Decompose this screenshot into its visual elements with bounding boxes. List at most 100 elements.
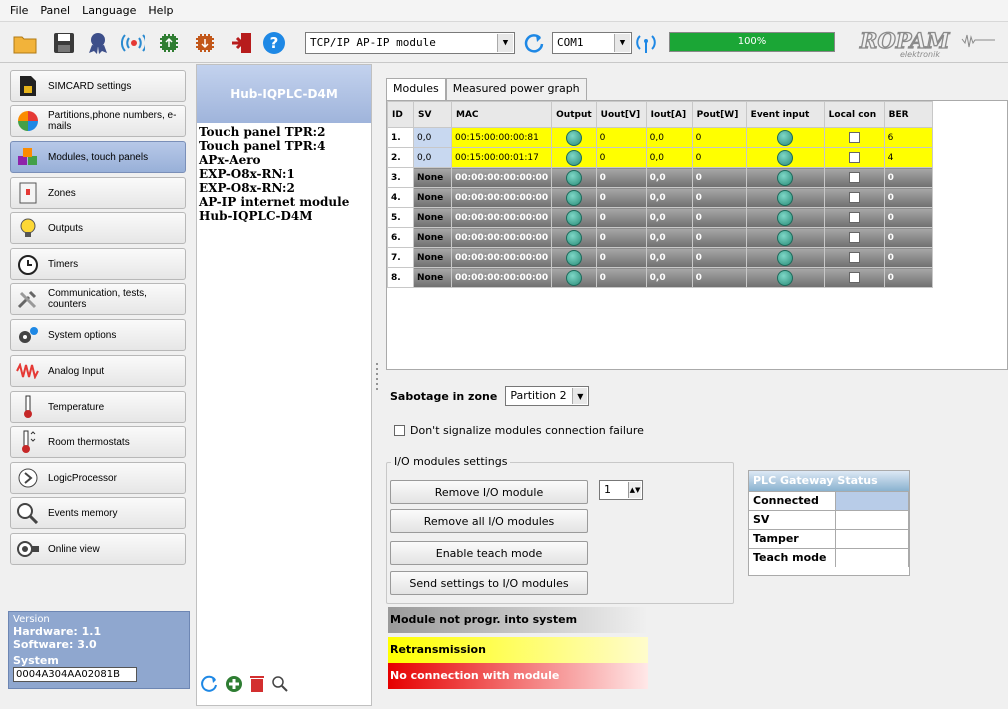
mac-cell[interactable]: 00:00:00:00:00:00 bbox=[450, 247, 553, 268]
table-row[interactable]: 4. None 00:00:00:00:00:00 0 0,0 0 0 bbox=[387, 187, 933, 208]
ber-cell[interactable]: 0 bbox=[883, 167, 933, 188]
tab-measured-power-graph[interactable]: Measured power graph bbox=[445, 78, 587, 100]
row-id-cell[interactable]: 2. bbox=[387, 147, 414, 168]
row-id-cell[interactable]: 1. bbox=[387, 127, 414, 148]
uout-cell[interactable]: 0 bbox=[595, 187, 647, 208]
pout-cell[interactable]: 0 bbox=[691, 187, 747, 208]
pout-cell[interactable]: 0 bbox=[691, 227, 747, 248]
send-settings-button[interactable]: Send settings to I/O modules bbox=[390, 571, 588, 595]
row-id-cell[interactable]: 8. bbox=[387, 267, 414, 288]
sv-cell[interactable]: None bbox=[413, 267, 452, 288]
sidebar-item-outputs[interactable]: Outputs bbox=[10, 212, 186, 244]
mac-cell[interactable]: 00:00:00:00:00:00 bbox=[450, 227, 553, 248]
pout-cell[interactable]: 0 bbox=[691, 247, 747, 268]
menu-language[interactable]: Language bbox=[76, 4, 142, 17]
remove-all-io-modules-button[interactable]: Remove all I/O modules bbox=[390, 509, 588, 533]
enable-teach-mode-button[interactable]: Enable teach mode bbox=[390, 541, 588, 565]
mac-cell[interactable]: 00:00:00:00:00:00 bbox=[450, 187, 553, 208]
sv-cell[interactable]: None bbox=[413, 167, 452, 188]
sidebar-item-modules[interactable]: Modules, touch panels bbox=[10, 141, 186, 173]
add-icon[interactable] bbox=[225, 675, 243, 696]
connection-mode-select[interactable]: TCP/IP AP-IP module ▼ bbox=[305, 32, 515, 54]
ber-cell[interactable]: 6 bbox=[883, 127, 933, 148]
table-row[interactable]: 6. None 00:00:00:00:00:00 0 0,0 0 0 bbox=[387, 227, 933, 248]
com-port-select[interactable]: COM1 ▼ bbox=[552, 32, 632, 54]
sv-cell[interactable]: None bbox=[413, 247, 452, 268]
uout-cell[interactable]: 0 bbox=[595, 147, 647, 168]
sidebar-item-logicprocessor[interactable]: LogicProcessor bbox=[10, 462, 186, 494]
iout-cell[interactable]: 0,0 bbox=[645, 127, 693, 148]
mac-cell[interactable]: 00:15:00:00:00:81 bbox=[450, 127, 553, 148]
list-item[interactable]: Touch panel TPR:4 bbox=[199, 139, 349, 153]
sidebar-item-partitions[interactable]: Partitions,phone numbers, e-mails bbox=[10, 105, 186, 137]
pout-cell[interactable]: 0 bbox=[691, 267, 747, 288]
row-id-cell[interactable]: 3. bbox=[387, 167, 414, 188]
column-header[interactable]: ID bbox=[387, 101, 414, 128]
sv-cell[interactable]: 0,0 bbox=[413, 147, 452, 168]
uout-cell[interactable]: 0 bbox=[595, 247, 647, 268]
sidebar-item-temperature[interactable]: Temperature bbox=[10, 391, 186, 423]
table-row[interactable]: 3. None 00:00:00:00:00:00 0 0,0 0 0 bbox=[387, 167, 933, 188]
column-header[interactable]: Uout[V] bbox=[595, 101, 647, 128]
pout-cell[interactable]: 0 bbox=[691, 127, 747, 148]
sidebar-item-analog-input[interactable]: Analog Input bbox=[10, 355, 186, 387]
mac-cell[interactable]: 00:00:00:00:00:00 bbox=[450, 267, 553, 288]
sv-cell[interactable]: None bbox=[413, 187, 452, 208]
row-id-cell[interactable]: 4. bbox=[387, 187, 414, 208]
local-con-checkbox[interactable] bbox=[848, 132, 860, 143]
list-item[interactable]: EXP-O8x-RN:2 bbox=[199, 181, 349, 195]
system-id-field[interactable]: 0004A304AA02081B bbox=[13, 667, 137, 682]
help-icon[interactable]: ? bbox=[262, 31, 286, 55]
menu-file[interactable]: File bbox=[4, 4, 34, 17]
iout-cell[interactable]: 0,0 bbox=[645, 187, 693, 208]
column-header[interactable]: Local con bbox=[823, 101, 885, 128]
sidebar-item-events-memory[interactable]: Events memory bbox=[10, 497, 186, 529]
row-id-cell[interactable]: 5. bbox=[387, 207, 414, 228]
uout-cell[interactable]: 0 bbox=[595, 267, 647, 288]
menu-panel[interactable]: Panel bbox=[34, 4, 76, 17]
search-icon[interactable] bbox=[271, 675, 289, 696]
pout-cell[interactable]: 0 bbox=[691, 207, 747, 228]
mac-cell[interactable]: 00:00:00:00:00:00 bbox=[450, 207, 553, 228]
table-row[interactable]: 2. 0,0 00:15:00:00:01:17 0 0,0 0 4 bbox=[387, 147, 933, 168]
list-item[interactable]: Touch panel TPR:2 bbox=[199, 125, 349, 139]
list-item[interactable]: EXP-O8x-RN:1 bbox=[199, 167, 349, 181]
sabotage-zone-select[interactable]: Partition 2 ▼ bbox=[505, 386, 590, 406]
table-row[interactable]: 7. None 00:00:00:00:00:00 0 0,0 0 0 bbox=[387, 247, 933, 268]
uout-cell[interactable]: 0 bbox=[595, 167, 647, 188]
local-con-checkbox[interactable] bbox=[848, 192, 860, 203]
column-header[interactable]: Event input bbox=[745, 101, 825, 128]
list-item[interactable]: AP-IP internet module bbox=[199, 195, 349, 209]
remove-io-module-button[interactable]: Remove I/O module bbox=[390, 480, 588, 504]
ber-cell[interactable]: 0 bbox=[883, 247, 933, 268]
delete-trash-icon[interactable] bbox=[249, 675, 265, 696]
sidebar-item-room-thermostats[interactable]: Room thermostats bbox=[10, 426, 186, 458]
sidebar-item-communication[interactable]: Communication, tests, counters bbox=[10, 283, 186, 315]
column-header[interactable]: Iout[A] bbox=[645, 101, 693, 128]
column-header[interactable]: SV bbox=[413, 101, 452, 128]
iout-cell[interactable]: 0,0 bbox=[645, 167, 693, 188]
uout-cell[interactable]: 0 bbox=[595, 127, 647, 148]
sv-cell[interactable]: None bbox=[413, 227, 452, 248]
ber-cell[interactable]: 0 bbox=[883, 267, 933, 288]
iout-cell[interactable]: 0,0 bbox=[645, 227, 693, 248]
column-header[interactable]: Output bbox=[551, 101, 597, 128]
iout-cell[interactable]: 0,0 bbox=[645, 207, 693, 228]
local-con-checkbox[interactable] bbox=[848, 152, 860, 163]
disconnect-wireless-icon[interactable] bbox=[121, 31, 145, 55]
row-id-cell[interactable]: 7. bbox=[387, 247, 414, 268]
column-header[interactable]: BER bbox=[883, 101, 933, 128]
stepper-arrows-icon[interactable]: ▲▼ bbox=[628, 482, 641, 498]
exit-door-icon[interactable] bbox=[230, 31, 254, 55]
mac-cell[interactable]: 00:15:00:00:01:17 bbox=[450, 147, 553, 168]
iout-cell[interactable]: 0,0 bbox=[645, 147, 693, 168]
sidebar-item-online-view[interactable]: Online view bbox=[10, 533, 186, 565]
sidebar-item-simcard[interactable]: SIMCARD settings bbox=[10, 70, 186, 102]
local-con-checkbox[interactable] bbox=[848, 272, 860, 283]
ber-cell[interactable]: 0 bbox=[883, 187, 933, 208]
chip-read-icon[interactable] bbox=[157, 31, 181, 55]
pout-cell[interactable]: 0 bbox=[691, 147, 747, 168]
iout-cell[interactable]: 0,0 bbox=[645, 247, 693, 268]
list-item[interactable]: Hub-IQPLC-D4M bbox=[199, 209, 349, 223]
local-con-checkbox[interactable] bbox=[848, 252, 860, 263]
